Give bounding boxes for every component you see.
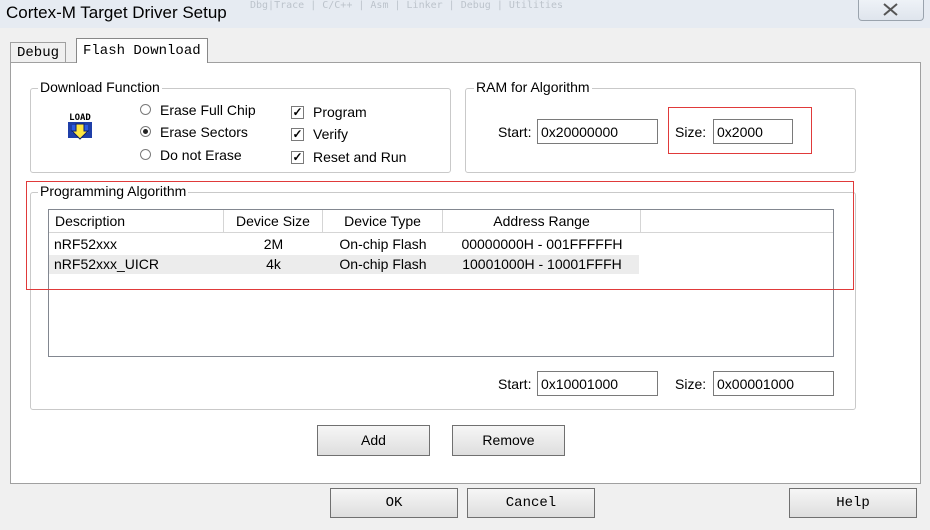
ram-size-highlight: [668, 107, 812, 154]
load-icon-text: LOAD: [69, 113, 91, 123]
close-icon: [883, 3, 898, 16]
program-checkbox[interactable]: ✓: [291, 106, 304, 119]
load-icon: LOAD: [63, 110, 97, 142]
reset-and-run-label[interactable]: Reset and Run: [313, 149, 406, 165]
erase-full-chip-radio[interactable]: [140, 104, 151, 115]
algorithm-start-label: Start:: [498, 376, 532, 392]
reset-and-run-checkbox[interactable]: ✓: [291, 151, 304, 164]
close-button[interactable]: [858, 0, 924, 21]
remove-button[interactable]: Remove: [452, 425, 565, 456]
verify-label[interactable]: Verify: [313, 126, 348, 142]
ram-start-input[interactable]: [537, 119, 658, 144]
add-button[interactable]: Add: [317, 425, 430, 456]
tab-flash-download[interactable]: Flash Download: [76, 38, 208, 63]
help-button[interactable]: Help: [789, 488, 917, 518]
algorithm-start-input[interactable]: [537, 371, 658, 396]
download-function-legend: Download Function: [38, 79, 162, 95]
verify-checkbox[interactable]: ✓: [291, 128, 304, 141]
algorithm-size-input[interactable]: [713, 371, 834, 396]
cancel-button[interactable]: Cancel: [467, 488, 595, 518]
erase-sectors-label[interactable]: Erase Sectors: [160, 124, 248, 140]
ram-start-label: Start:: [498, 124, 532, 140]
algorithm-size-label: Size:: [675, 376, 707, 392]
erase-full-chip-label[interactable]: Erase Full Chip: [160, 102, 256, 118]
ok-button[interactable]: OK: [330, 488, 458, 518]
background-window-tabs: Dbg|Trace | C/C++ | Asm | Linker | Debug…: [250, 0, 564, 11]
program-label[interactable]: Program: [313, 104, 367, 120]
tab-debug[interactable]: Debug: [10, 42, 67, 62]
do-not-erase-label[interactable]: Do not Erase: [160, 147, 242, 163]
do-not-erase-radio[interactable]: [140, 149, 151, 160]
ram-for-algorithm-legend: RAM for Algorithm: [474, 79, 592, 95]
algorithm-highlight: [26, 181, 854, 290]
erase-sectors-radio[interactable]: [140, 126, 151, 137]
window-title: Cortex-M Target Driver Setup: [6, 3, 227, 22]
radio-selected-dot: [143, 129, 148, 134]
